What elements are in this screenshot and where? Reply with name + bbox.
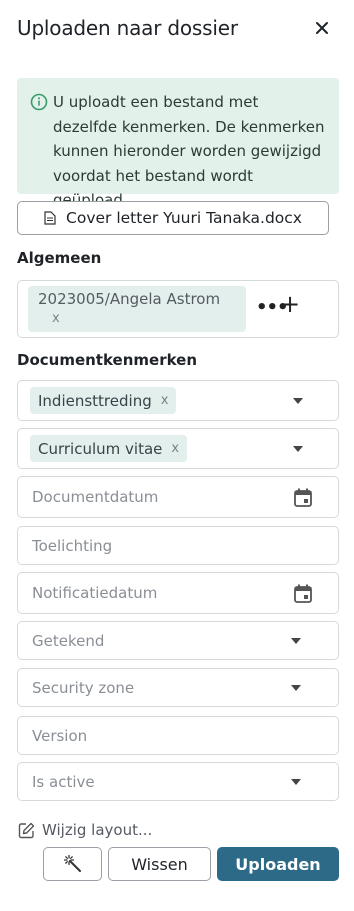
security-zone-placeholder: Security zone [32, 678, 135, 697]
section-documentkenmerken: Documentkenmerken [17, 351, 198, 369]
type-select[interactable]: Indiensttreding x [17, 380, 339, 421]
dialog-header: Uploaden naar dossier [17, 14, 337, 42]
is-active-select[interactable]: Is active [17, 762, 339, 801]
dossier-field[interactable]: 2023005/Angela Astrom x ••• + [17, 280, 339, 338]
is-active-placeholder: Is active [32, 772, 95, 791]
dialog-title: Uploaden naar dossier [17, 16, 238, 40]
getekend-select[interactable]: Getekend [17, 621, 339, 660]
add-dossier-button[interactable]: + [280, 292, 300, 316]
dossier-chip-label: 2023005/Angela Astrom [38, 290, 221, 308]
edit-icon [18, 822, 35, 838]
info-text: U uploadt een bestand met dezelfde kenme… [53, 93, 325, 209]
info-banner: U uploadt een bestand met dezelfde kenme… [17, 78, 339, 209]
toelichting-field[interactable]: Toelichting [17, 526, 339, 565]
magic-wand-icon [63, 855, 81, 872]
type-chip-label: Indiensttreding [38, 391, 152, 410]
category-chip-label: Curriculum vitae [38, 439, 163, 458]
dossier-chip: 2023005/Angela Astrom x [28, 286, 246, 332]
document-icon [44, 211, 56, 225]
type-chip-remove[interactable]: x [161, 393, 169, 408]
calendar-icon[interactable] [294, 488, 312, 507]
upload-button[interactable]: Uploaden [217, 847, 339, 881]
auto-fill-button[interactable] [43, 847, 102, 881]
notificatiedatum-field[interactable]: Notificatiedatum [17, 572, 339, 614]
file-name: Cover letter Yuuri Tanaka.docx [66, 209, 302, 227]
chevron-down-icon[interactable] [290, 682, 302, 694]
edit-layout-link[interactable]: Wijzig layout... [18, 821, 152, 839]
toelichting-placeholder: Toelichting [32, 536, 113, 555]
category-select[interactable]: Curriculum vitae x [17, 428, 339, 469]
security-zone-select[interactable]: Security zone [17, 668, 339, 707]
getekend-placeholder: Getekend [32, 631, 105, 650]
chevron-down-icon[interactable] [290, 776, 302, 788]
file-name-button[interactable]: Cover letter Yuuri Tanaka.docx [17, 201, 329, 235]
info-icon [30, 93, 48, 111]
documentdatum-field[interactable]: Documentdatum [17, 476, 339, 518]
chevron-down-icon[interactable] [292, 395, 304, 407]
section-algemeen: Algemeen [17, 249, 102, 267]
chevron-down-icon[interactable] [290, 635, 302, 647]
chevron-down-icon[interactable] [292, 443, 304, 455]
clear-button[interactable]: Wissen [108, 847, 211, 881]
version-placeholder: Version [32, 726, 88, 745]
category-chip: Curriculum vitae x [30, 435, 188, 462]
dossier-chip-remove[interactable]: x [52, 309, 236, 328]
edit-layout-label: Wijzig layout... [42, 821, 153, 839]
documentdatum-placeholder: Documentdatum [32, 488, 159, 506]
type-chip: Indiensttreding x [30, 387, 177, 414]
category-chip-remove[interactable]: x [171, 441, 179, 456]
notificatiedatum-placeholder: Notificatiedatum [32, 584, 158, 602]
close-icon[interactable] [313, 19, 331, 37]
calendar-icon[interactable] [294, 584, 312, 603]
version-field[interactable]: Version [17, 716, 339, 755]
